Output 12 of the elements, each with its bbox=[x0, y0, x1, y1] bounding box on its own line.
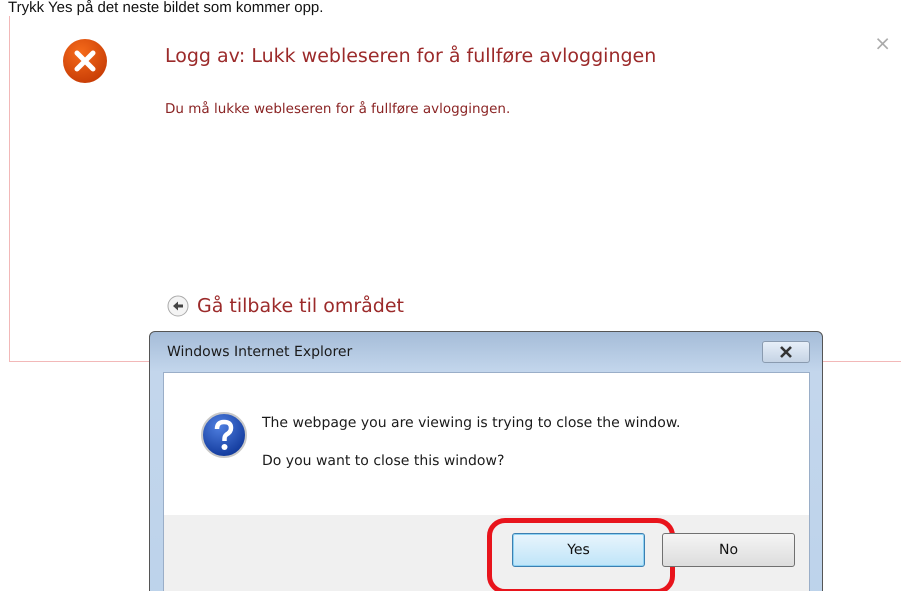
dialog-button[interactable]: No bbox=[662, 533, 795, 567]
page-message: Du må lukke webleseren for å fullføre avloggingen. bbox=[165, 101, 512, 117]
close-button[interactable] bbox=[762, 341, 810, 363]
dialog-message: Do you want to close this window? bbox=[262, 453, 506, 469]
page-title: Logg av: Lukk webleseren for å fullføre avloggingen bbox=[165, 45, 658, 67]
dialog-message: The webpage you are viewing is trying to close the window. bbox=[262, 415, 680, 431]
dialog-title: Windows Internet Explorer bbox=[167, 344, 352, 360]
back-link[interactable]: Gå tilbake til området bbox=[167, 295, 901, 317]
dialog-button[interactable]: Yes bbox=[512, 533, 645, 567]
error-icon bbox=[62, 38, 108, 84]
question-icon bbox=[200, 411, 248, 459]
instruction-text: Trykk Yes på det neste bildet som kommer opp. bbox=[7, 0, 324, 16]
